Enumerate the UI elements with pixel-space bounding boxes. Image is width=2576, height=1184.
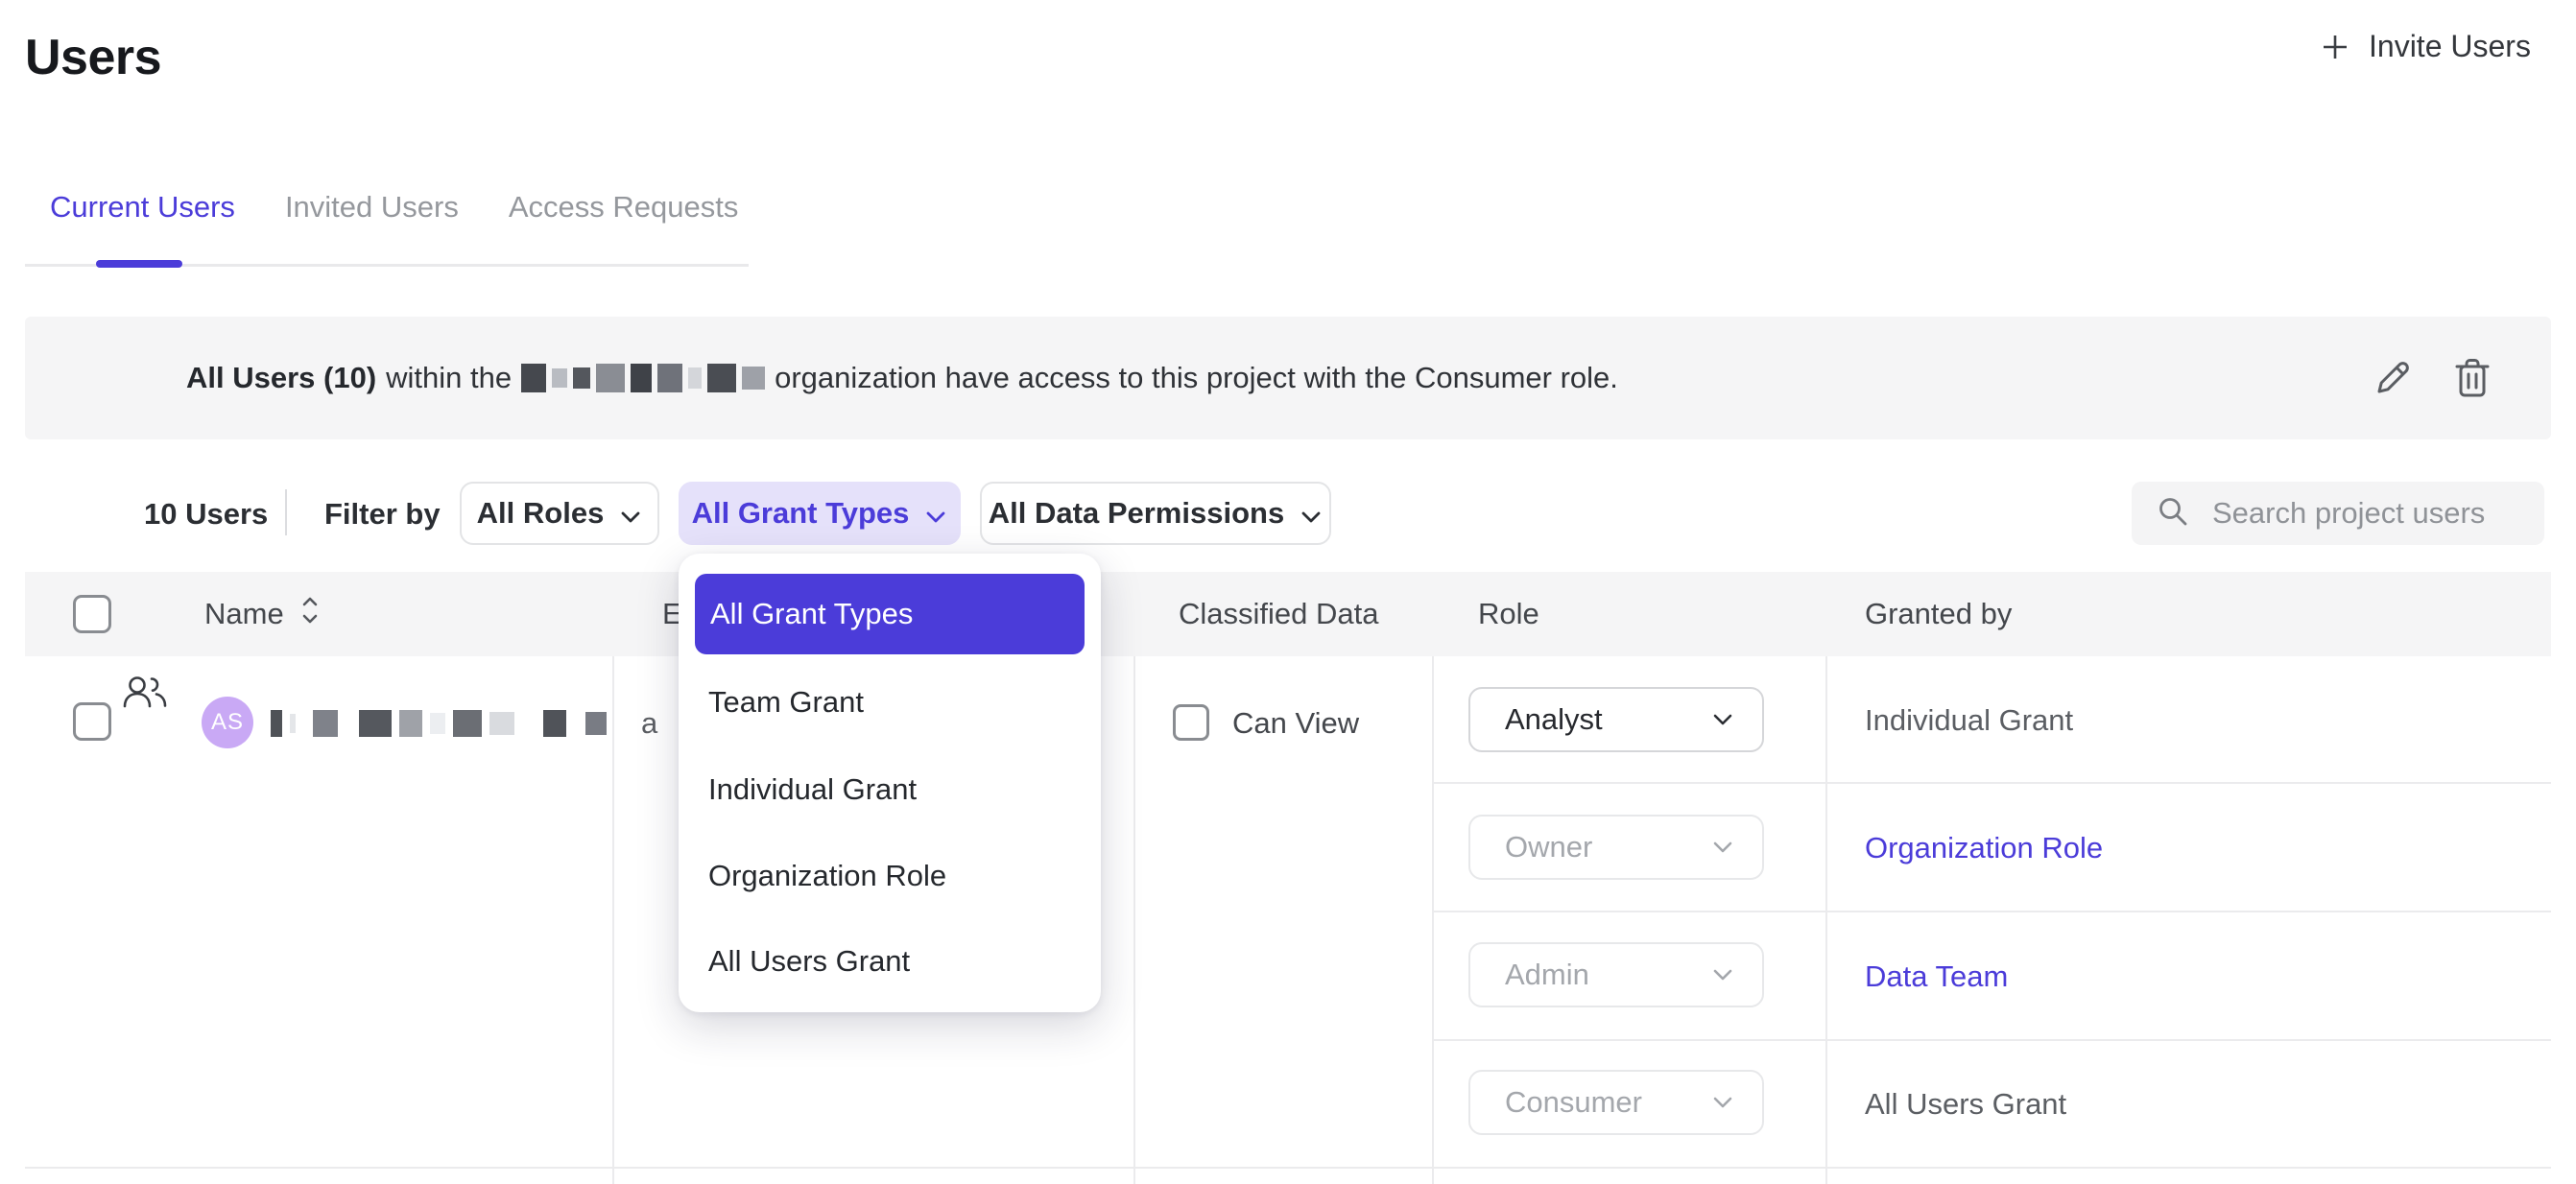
table-header: Name E Classified Data Role Granted by <box>25 572 2551 656</box>
filter-by-label: Filter by <box>324 497 441 532</box>
menu-item-team-grant[interactable]: Team Grant <box>708 685 864 720</box>
redacted-user-name <box>271 710 607 737</box>
email-cell-partial: a <box>641 706 657 741</box>
menu-item-organization-role[interactable]: Organization Role <box>708 859 946 893</box>
page-title: Users <box>25 29 161 86</box>
filter-all-data-permissions[interactable]: All Data Permissions <box>980 482 1331 545</box>
granted-by-all-users-grant: All Users Grant <box>1865 1087 2066 1122</box>
grant-type-dropdown-menu: All Grant Types Team Grant Individual Gr… <box>679 554 1101 1012</box>
delete-trash-icon[interactable] <box>2453 357 2492 399</box>
role-select-consumer[interactable]: Consumer <box>1468 1070 1764 1135</box>
role-select-admin[interactable]: Admin <box>1468 942 1764 1007</box>
banner-text-before: within the <box>386 361 512 395</box>
search-project-users[interactable] <box>2132 482 2544 545</box>
role-select-owner[interactable]: Owner <box>1468 815 1764 880</box>
banner-text-after: organization have access to this project… <box>775 361 1618 395</box>
column-divider <box>1432 656 1434 1184</box>
tab-bar: Current Users Invited Users Access Reque… <box>50 190 738 225</box>
subrow-divider <box>1434 782 2551 784</box>
column-header-role: Role <box>1478 572 1539 656</box>
filter-all-roles-label: All Roles <box>477 496 605 531</box>
column-divider <box>612 656 614 1184</box>
all-users-banner: All Users (10) within the organization h… <box>25 317 2551 439</box>
filter-all-grant-types[interactable]: All Grant Types <box>679 482 961 545</box>
menu-item-all-users-grant[interactable]: All Users Grant <box>708 944 910 979</box>
invite-users-button[interactable]: Invite Users <box>2321 29 2531 64</box>
users-group-icon <box>121 674 169 717</box>
column-header-name: Name <box>204 572 321 656</box>
search-input[interactable] <box>2210 495 2531 532</box>
can-view-checkbox[interactable] <box>1173 704 1209 741</box>
tab-invited-users[interactable]: Invited Users <box>285 190 459 225</box>
banner-bold-text: All Users (10) <box>186 361 376 395</box>
edit-pencil-icon[interactable] <box>2373 358 2413 398</box>
column-header-classified-data: Classified Data <box>1179 572 1378 656</box>
column-divider <box>1825 656 1827 1184</box>
column-header-granted-by: Granted by <box>1865 572 2012 656</box>
column-divider <box>1133 656 1135 1184</box>
search-icon <box>2157 495 2189 533</box>
chevron-down-icon <box>924 498 947 533</box>
granted-by-organization-role-link[interactable]: Organization Role <box>1865 831 2103 865</box>
role-select-analyst[interactable]: Analyst <box>1468 687 1764 752</box>
granted-by-individual-grant: Individual Grant <box>1865 703 2073 738</box>
tab-access-requests[interactable]: Access Requests <box>509 190 739 225</box>
user-count-label: 10 Users <box>144 497 268 532</box>
chevron-down-icon <box>619 498 642 533</box>
filter-all-data-permissions-label: All Data Permissions <box>989 496 1284 531</box>
row-checkbox[interactable] <box>73 702 111 741</box>
select-all-checkbox[interactable] <box>73 595 111 633</box>
row-bottom-divider <box>25 1167 2551 1169</box>
can-view-label: Can View <box>1232 706 1359 741</box>
active-tab-underline <box>96 260 182 268</box>
chevron-down-icon <box>1300 498 1323 533</box>
users-page: Users Invite Users Current Users Invited… <box>0 0 2576 1184</box>
sort-icon[interactable] <box>299 593 321 635</box>
banner-text: All Users (10) within the organization h… <box>186 317 1628 439</box>
filter-divider <box>285 489 287 535</box>
tab-current-users[interactable]: Current Users <box>50 190 235 225</box>
plus-icon <box>2321 33 2349 61</box>
subrow-divider <box>1434 1039 2551 1041</box>
invite-users-label: Invite Users <box>2369 29 2531 64</box>
granted-by-data-team-link[interactable]: Data Team <box>1865 959 2008 994</box>
menu-item-individual-grant[interactable]: Individual Grant <box>708 772 917 807</box>
avatar: AS <box>202 697 253 748</box>
redacted-org-name <box>521 364 765 392</box>
banner-actions <box>2373 317 2492 439</box>
filter-all-grant-types-label: All Grant Types <box>692 496 910 531</box>
subrow-divider <box>1434 911 2551 912</box>
filter-all-roles[interactable]: All Roles <box>460 482 659 545</box>
menu-item-all-grant-types[interactable]: All Grant Types <box>695 574 1085 654</box>
